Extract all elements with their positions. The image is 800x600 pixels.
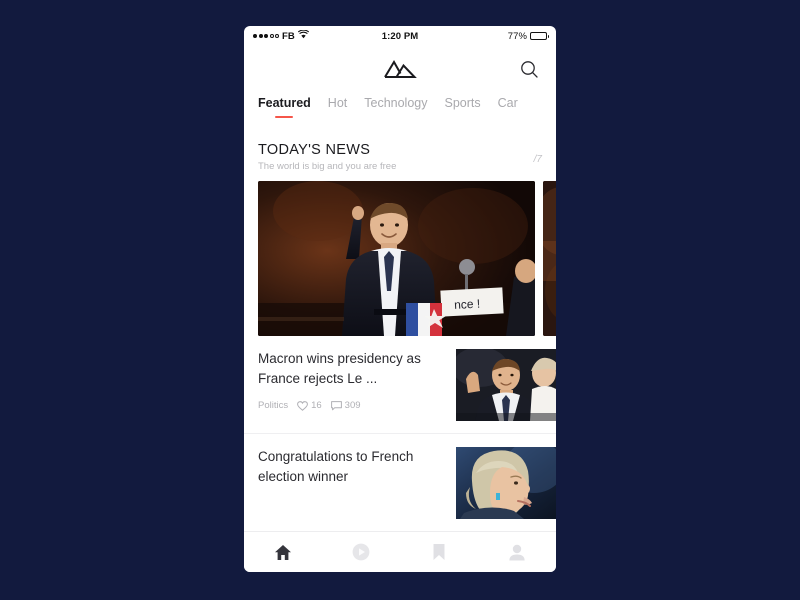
like-count: 16 — [297, 400, 322, 411]
nav-bookmarks[interactable] — [400, 532, 478, 572]
app-header — [244, 46, 556, 92]
svg-text:nce !: nce ! — [454, 297, 481, 312]
tab-featured[interactable]: Featured — [258, 96, 311, 118]
wifi-icon — [297, 29, 309, 42]
carrier-label: FB — [282, 30, 295, 42]
battery-percent-label: 77% — [507, 30, 528, 42]
signal-strength-icon — [253, 34, 279, 38]
comment-count-label: 309 — [344, 400, 361, 412]
nav-home[interactable] — [244, 532, 322, 572]
play-circle-icon — [352, 543, 370, 561]
article-thumb-image — [456, 349, 556, 421]
section-subtitle: The world is big and you are free — [258, 161, 397, 172]
bottom-navigation[interactable] — [244, 531, 556, 572]
nav-profile[interactable] — [478, 532, 556, 572]
status-bar-time: 1:20 PM — [381, 30, 419, 42]
hero-image: nce ! — [258, 181, 535, 336]
mountain-logo-icon — [244, 46, 556, 92]
category-tabs[interactable]: Featured Hot Technology Sports Car — [244, 92, 556, 134]
article-meta: Politics 16 309 — [258, 400, 446, 411]
hero-peek-image — [543, 181, 556, 336]
tab-technology[interactable]: Technology — [364, 96, 427, 118]
section-title: TODAY'S NEWS — [258, 142, 371, 158]
tab-sports[interactable]: Sports — [445, 96, 481, 118]
status-bar-left: FB — [253, 29, 382, 42]
hero-card-next-preview[interactable] — [543, 181, 556, 336]
profile-icon — [509, 544, 525, 560]
comment-count: 309 — [330, 400, 361, 412]
article-thumbnail — [456, 447, 556, 519]
article-category: Politics — [258, 400, 289, 412]
news-feed[interactable]: TODAY'S NEWS The world is big and you ar… — [244, 134, 556, 531]
tab-hot[interactable]: Hot — [328, 96, 347, 118]
article-thumb-image — [456, 447, 556, 519]
article-title: Congratulations to French election winne… — [258, 449, 414, 484]
heart-icon — [297, 400, 308, 411]
tab-car[interactable]: Car — [498, 96, 518, 118]
hero-carousel[interactable]: nce ! — [244, 181, 556, 336]
section-header: TODAY'S NEWS The world is big and you ar… — [244, 134, 556, 181]
article-text-block: Congratulations to French election winne… — [258, 447, 456, 519]
article-row-congratulations[interactable]: Congratulations to French election winne… — [244, 434, 556, 531]
status-bar: FB 1:20 PM 77% — [244, 26, 556, 46]
status-bar-right: 77% — [418, 30, 550, 42]
article-text-block: Macron wins presidency as France rejects… — [258, 349, 456, 421]
hero-card-macron[interactable]: nce ! — [258, 181, 535, 336]
bookmark-icon — [433, 544, 445, 560]
home-icon — [275, 544, 291, 560]
carousel-counter: /7 — [533, 154, 542, 165]
battery-icon — [530, 32, 550, 40]
phone-frame: FB 1:20 PM 77% Featured Hot Technology S… — [244, 26, 556, 572]
search-icon[interactable] — [516, 56, 542, 82]
nav-video[interactable] — [322, 532, 400, 572]
article-thumbnail — [456, 349, 556, 421]
article-title: Macron wins presidency as France rejects… — [258, 351, 421, 386]
comment-icon — [330, 400, 342, 410]
like-count-label: 16 — [311, 400, 322, 412]
article-row-macron[interactable]: Macron wins presidency as France rejects… — [244, 336, 556, 434]
